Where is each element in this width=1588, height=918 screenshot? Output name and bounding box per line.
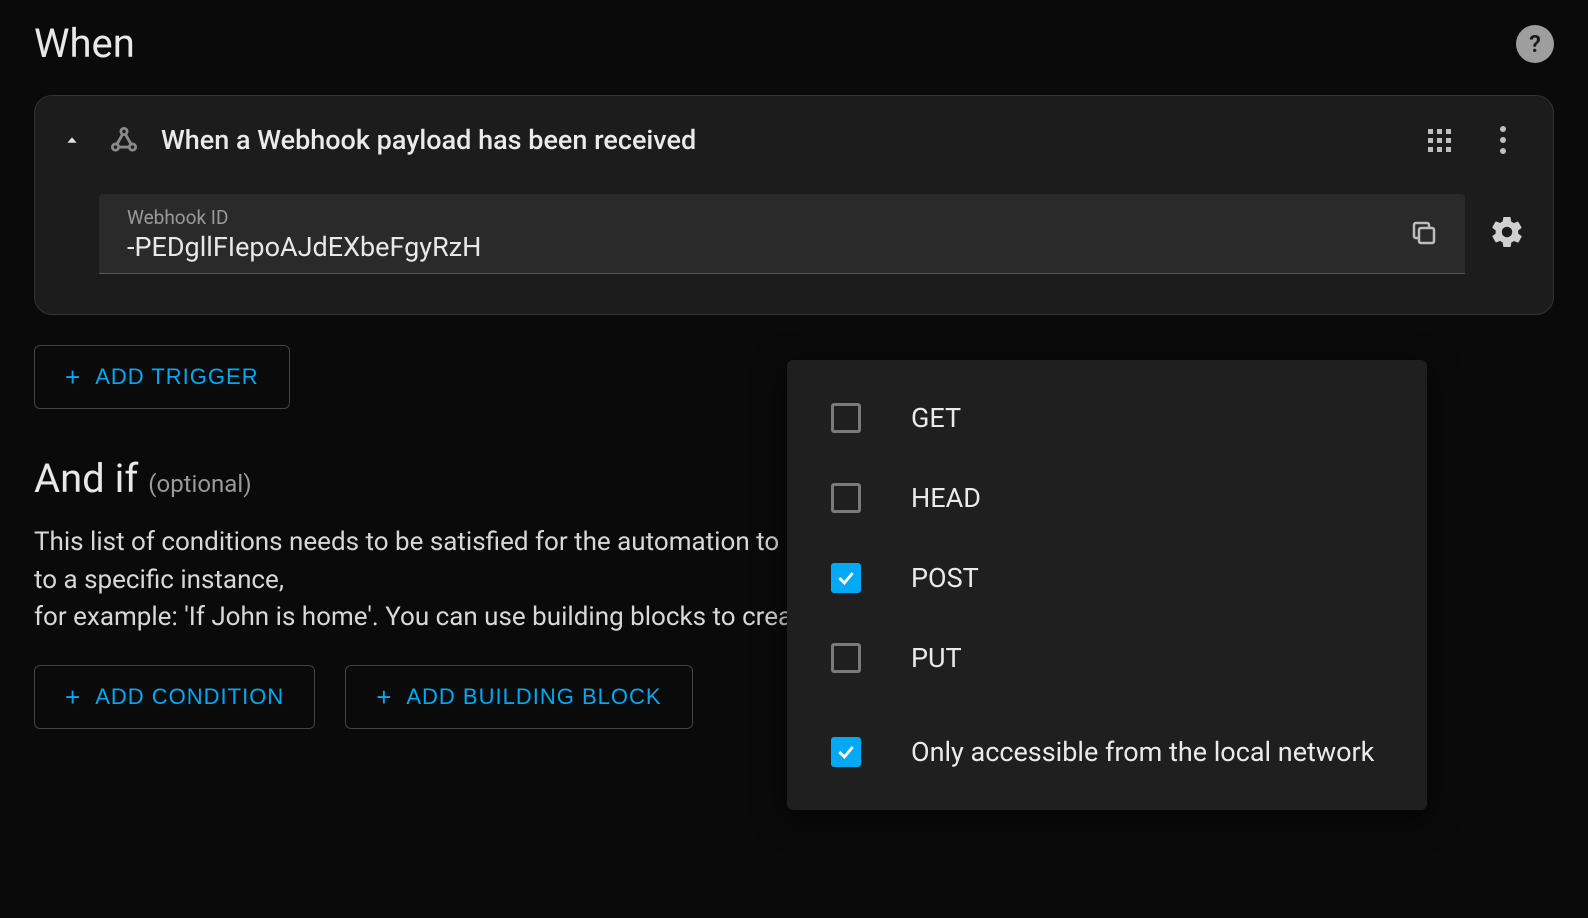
webhook-icon [107,123,141,157]
method-put-label: PUT [911,642,962,674]
webhook-id-label: Webhook ID [127,206,1401,229]
add-condition-button[interactable]: + ADD CONDITION [34,665,315,729]
trigger-title: When a Webhook payload has been received [161,124,1397,156]
webhook-id-input[interactable] [127,231,1401,263]
drag-handle-icon[interactable] [1417,118,1461,162]
add-building-block-button[interactable]: + ADD BUILDING BLOCK [345,665,692,729]
chevron-up-icon[interactable] [57,125,87,155]
method-get-label: GET [911,402,961,434]
andif-optional-label: (optional) [148,470,251,498]
add-condition-label: ADD CONDITION [95,684,284,710]
gear-icon[interactable] [1489,214,1525,254]
method-head-label: HEAD [911,482,981,514]
local-only-item[interactable]: Only accessible from the local network [787,712,1427,792]
checkbox-local-only[interactable] [831,737,861,767]
more-menu-icon[interactable] [1481,118,1525,162]
plus-icon: + [65,684,81,710]
add-building-block-label: ADD BUILDING BLOCK [406,684,661,710]
plus-icon: + [376,684,392,710]
checkbox-put[interactable] [831,643,861,673]
andif-section-title: And if [34,455,138,502]
webhook-id-field[interactable]: Webhook ID [99,194,1465,274]
when-section-title: When [34,20,135,67]
local-only-label: Only accessible from the local network [911,736,1374,768]
method-put-item[interactable]: PUT [787,618,1427,698]
method-head-item[interactable]: HEAD [787,458,1427,538]
checkbox-post[interactable] [831,563,861,593]
trigger-card: When a Webhook payload has been received… [34,95,1554,315]
method-get-item[interactable]: GET [787,378,1427,458]
webhook-settings-popup: GET HEAD POST PUT Only accessible from t… [787,360,1427,810]
method-post-label: POST [911,562,979,594]
help-icon[interactable]: ? [1516,25,1554,63]
add-trigger-label: ADD TRIGGER [95,364,258,390]
copy-icon[interactable] [1401,210,1447,260]
checkbox-get[interactable] [831,403,861,433]
checkbox-head[interactable] [831,483,861,513]
plus-icon: + [65,364,81,390]
method-post-item[interactable]: POST [787,538,1427,618]
add-trigger-button[interactable]: + ADD TRIGGER [34,345,290,409]
